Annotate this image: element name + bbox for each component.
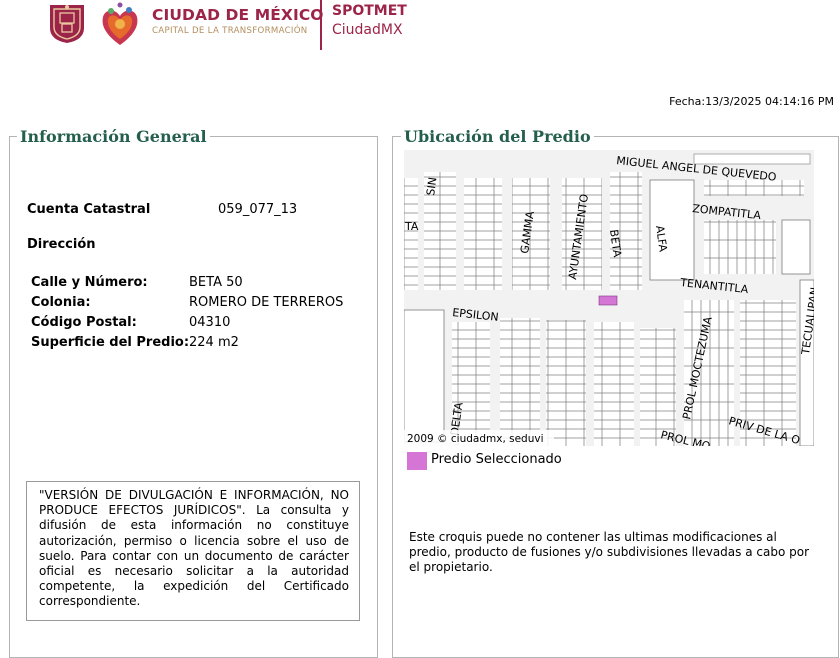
cuenta-catastral-value: 059_077_13 (218, 202, 298, 217)
brand-subtitle: CAPITAL DE LA TRANSFORMACIÓN (152, 26, 308, 36)
map-note: Este croquis puede no contener las ultim… (409, 530, 810, 574)
app-subtitle: CiudadMX (332, 22, 403, 38)
map-street-label: SIN (424, 176, 439, 196)
predio-legend-label: Predio Seleccionado (431, 452, 562, 467)
map-copyright: 2009 © ciudadmx, seduvi (407, 433, 544, 445)
codigo-postal-label: Código Postal: (31, 315, 137, 330)
calle-value: BETA 50 (189, 275, 243, 290)
location-map[interactable]: MIGUEL ANGEL DE QUEVEDO ZOMPATITLA TENAN… (404, 150, 814, 446)
brand-divider (320, 0, 322, 50)
colonia-value: ROMERO DE TERREROS (189, 295, 344, 310)
legal-disclaimer: "VERSIÓN DE DIVULGACIÓN E INFORMACIÓN, N… (26, 481, 360, 621)
superficie-value: 224 m2 (189, 335, 239, 350)
map-street-label: TA (404, 220, 419, 233)
direccion-label: Dirección (27, 237, 96, 252)
general-info-legend: Información General (17, 127, 210, 146)
ubicacion-legend: Ubicación del Predio (401, 127, 594, 146)
predio-legend-swatch (407, 452, 427, 470)
colonia-label: Colonia: (31, 295, 91, 310)
superficie-label: Superficie del Predio: (31, 335, 190, 350)
cuenta-catastral-label: Cuenta Catastral (27, 202, 151, 217)
calle-label: Calle y Número: (31, 275, 148, 290)
fecha-timestamp: Fecha:13/3/2025 04:14:16 PM (669, 95, 834, 108)
cdmx-coat-of-arms-icon (47, 2, 87, 44)
app-title: SPOTMET (332, 3, 407, 19)
codigo-postal-value: 04310 (189, 315, 231, 330)
heart-logo-icon (98, 1, 142, 51)
brand-title: CIUDAD DE MÉXICO (152, 6, 324, 24)
